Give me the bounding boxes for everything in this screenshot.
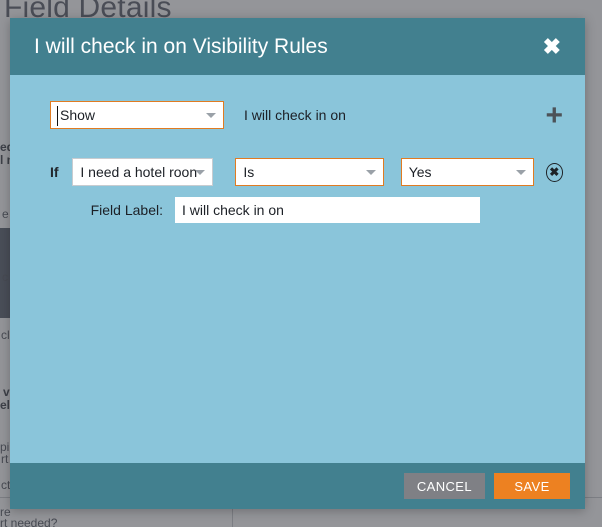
close-icon[interactable]: ✖ (537, 34, 567, 60)
visibility-rules-dialog: I will check in on Visibility Rules ✖ + … (10, 18, 585, 509)
save-button[interactable]: SAVE (494, 473, 570, 499)
if-label: If (50, 164, 59, 180)
chevron-down-icon (515, 170, 526, 175)
condition-operator-select[interactable]: Is (235, 158, 384, 186)
remove-circle-icon[interactable]: ✖ (545, 162, 563, 182)
action-select-value: Show (60, 107, 96, 123)
dialog-header: I will check in on Visibility Rules ✖ (10, 18, 585, 75)
page-root: Field Details edl necclvelpirtctrert nee… (0, 0, 602, 527)
action-select[interactable]: Show (50, 101, 224, 129)
action-row: Show I will check in on (32, 101, 563, 129)
condition-row: If I need a hotel roon Is Yes ✖ (32, 158, 563, 186)
chevron-down-icon (206, 113, 216, 118)
field-label-row: Field Label: (32, 196, 563, 224)
condition-field-select[interactable]: I need a hotel roon (72, 158, 214, 186)
cancel-button[interactable]: CANCEL (403, 473, 485, 499)
field-label-caption: Field Label: (90, 202, 163, 218)
condition-field-value: I need a hotel roon (80, 164, 198, 180)
chevron-down-icon (365, 170, 376, 175)
field-label-input[interactable] (175, 197, 480, 223)
dialog-body: + Show I will check in on If I need a ho… (10, 75, 585, 463)
condition-value-value: Yes (408, 164, 432, 180)
rule-description: I will check in on (244, 107, 346, 123)
text-cursor (57, 106, 58, 126)
dialog-footer: CANCEL SAVE (10, 463, 585, 509)
condition-operator-value: Is (243, 164, 255, 180)
condition-value-select[interactable]: Yes (400, 158, 534, 186)
plus-icon[interactable]: + (545, 101, 563, 131)
chevron-down-icon (195, 170, 206, 175)
dialog-title: I will check in on Visibility Rules (34, 34, 328, 58)
